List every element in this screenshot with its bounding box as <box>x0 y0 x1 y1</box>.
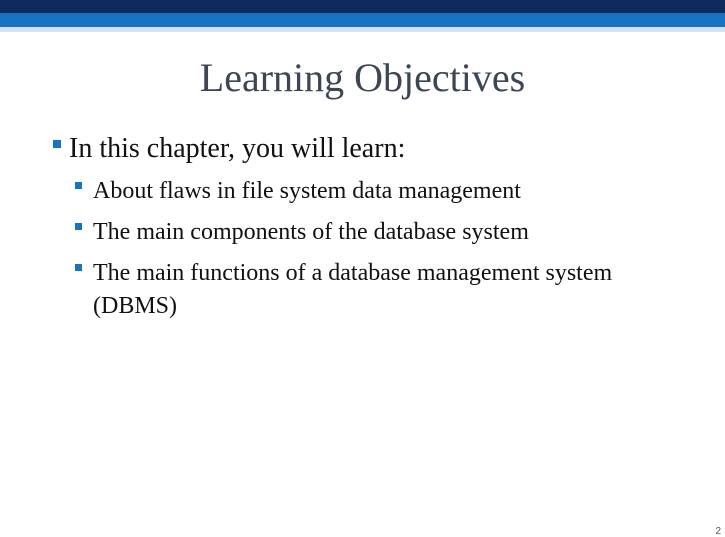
square-bullet-icon <box>75 182 82 189</box>
sub-bullet: The main components of the database syst… <box>75 216 695 249</box>
sub-bullet: About flaws in file system data manageme… <box>75 175 695 208</box>
square-bullet-icon <box>53 140 61 148</box>
sub-bullet: The main functions of a database managem… <box>75 257 695 323</box>
page-number: 2 <box>715 526 721 537</box>
main-bullet: In this chapter, you will learn: <box>53 133 693 165</box>
header-bar-light <box>0 27 725 32</box>
header-bar-dark <box>0 0 725 13</box>
header-bar-blue <box>0 13 725 27</box>
sub-bullet-text: About flaws in file system data manageme… <box>93 178 521 204</box>
square-bullet-icon <box>75 223 82 230</box>
main-bullet-text: In this chapter, you will learn: <box>69 133 406 164</box>
sub-bullet-text: The main components of the database syst… <box>93 219 529 245</box>
slide-title: Learning Objectives <box>199 55 526 100</box>
square-bullet-icon <box>75 264 82 271</box>
sub-bullet-text: The main functions of a database managem… <box>93 260 613 319</box>
